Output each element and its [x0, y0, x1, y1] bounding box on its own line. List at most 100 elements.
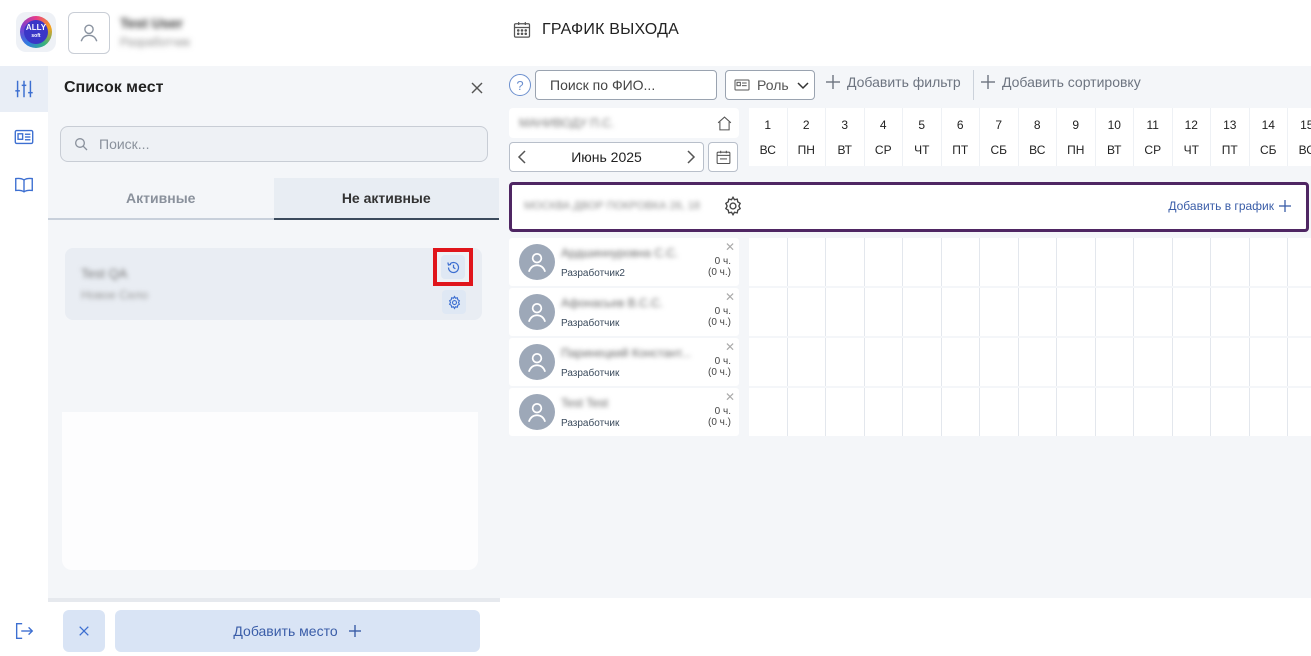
calendar-button[interactable]	[708, 142, 738, 172]
schedule-cell[interactable]	[1211, 388, 1250, 436]
home-icon[interactable]	[716, 115, 733, 132]
gear-icon[interactable]	[722, 195, 744, 217]
schedule-cell[interactable]	[787, 288, 826, 336]
schedule-cell[interactable]	[826, 388, 865, 436]
fio-search-input[interactable]	[535, 70, 717, 100]
schedule-cell[interactable]	[749, 288, 788, 336]
remove-employee-icon[interactable]: ✕	[725, 290, 735, 304]
schedule-cell[interactable]	[1172, 388, 1211, 436]
schedule-cell[interactable]	[1057, 388, 1096, 436]
schedule-cell[interactable]	[980, 388, 1019, 436]
employee-card[interactable]: Ардшиннуровна С.С. Разработчик2 ✕ 0 ч. (0 ч.…	[509, 238, 739, 286]
rail-item-cards[interactable]	[0, 114, 48, 160]
schedule-cell[interactable]	[1172, 338, 1211, 386]
schedule-cell[interactable]	[1211, 238, 1250, 286]
schedule-cell[interactable]	[1134, 338, 1173, 386]
schedule-cell[interactable]	[1018, 388, 1057, 436]
schedule-cell[interactable]	[1057, 238, 1096, 286]
app-logo[interactable]: ALLY soft	[16, 12, 56, 52]
schedule-cell[interactable]	[1134, 288, 1173, 336]
add-to-schedule-button[interactable]: Добавить в график	[1168, 199, 1292, 213]
schedule-cell[interactable]	[1134, 238, 1173, 286]
place-settings-button[interactable]	[442, 290, 466, 314]
place-card[interactable]: Test QA Новое Село	[65, 248, 482, 320]
employee-card[interactable]: Афонасьев В.С.С. Разработчик ✕ 0 ч. (0 ч.)	[509, 288, 739, 336]
chevron-left-icon[interactable]	[516, 150, 528, 164]
tab-active[interactable]: Активные	[48, 178, 274, 218]
schedule-cell[interactable]	[1095, 338, 1134, 386]
schedule-cell[interactable]	[787, 388, 826, 436]
schedule-cell[interactable]	[903, 388, 942, 436]
schedule-cell[interactable]	[826, 338, 865, 386]
schedule-cell[interactable]	[1095, 388, 1134, 436]
close-panel-button[interactable]	[63, 610, 105, 652]
schedule-cell[interactable]	[826, 288, 865, 336]
schedule-cell[interactable]	[864, 238, 903, 286]
employee-name: Test Test	[561, 396, 609, 410]
history-button[interactable]	[433, 248, 473, 286]
schedule-cell[interactable]	[1095, 288, 1134, 336]
schedule-cell[interactable]	[1018, 288, 1057, 336]
plus-icon	[348, 625, 361, 637]
schedule-cell[interactable]	[864, 388, 903, 436]
chevron-right-icon[interactable]	[685, 150, 697, 164]
remove-employee-icon[interactable]: ✕	[725, 240, 735, 254]
schedule-cell[interactable]	[1172, 238, 1211, 286]
role-filter-button[interactable]: Роль	[725, 70, 815, 100]
place-selector[interactable]: МАНИВОДУ П.С.	[509, 108, 739, 138]
schedule-cell[interactable]	[941, 238, 980, 286]
schedule-cell[interactable]	[1249, 288, 1288, 336]
add-place-button[interactable]: Добавить место	[115, 610, 480, 652]
employee-card[interactable]: Test Test Разработчик ✕ 0 ч. (0 ч.)	[509, 388, 739, 436]
schedule-cell[interactable]	[1018, 238, 1057, 286]
left-rail	[0, 66, 48, 656]
schedule-cell[interactable]	[903, 288, 942, 336]
tab-inactive[interactable]: Не активные	[273, 178, 499, 220]
remove-employee-icon[interactable]: ✕	[725, 390, 735, 404]
schedule-cell[interactable]	[903, 238, 942, 286]
schedule-cell[interactable]	[1211, 338, 1250, 386]
schedule-cell[interactable]	[787, 238, 826, 286]
schedule-cell[interactable]	[1018, 338, 1057, 386]
schedule-cell[interactable]	[1249, 338, 1288, 386]
rail-item-filters[interactable]	[0, 66, 48, 112]
schedule-cell[interactable]	[903, 338, 942, 386]
schedule-cell[interactable]	[980, 288, 1019, 336]
user-role: Разработчик	[120, 35, 190, 49]
schedule-cell[interactable]	[1095, 238, 1134, 286]
schedule-cell[interactable]	[826, 238, 865, 286]
schedule-cell[interactable]	[1288, 388, 1311, 436]
schedule-cell[interactable]	[749, 238, 788, 286]
schedule-cell[interactable]	[1172, 288, 1211, 336]
schedule-cell[interactable]	[980, 238, 1019, 286]
schedule-cell[interactable]	[1288, 288, 1311, 336]
schedule-cell[interactable]	[787, 338, 826, 386]
add-filter-button[interactable]: Добавить фильтр	[825, 74, 961, 90]
schedule-cell[interactable]	[941, 388, 980, 436]
search-input[interactable]	[99, 136, 479, 152]
schedule-cell[interactable]	[864, 338, 903, 386]
rail-item-logout[interactable]	[0, 608, 48, 654]
schedule-cell[interactable]	[749, 338, 788, 386]
schedule-cell[interactable]	[1288, 238, 1311, 286]
schedule-cell[interactable]	[749, 388, 788, 436]
schedule-cell[interactable]	[1249, 238, 1288, 286]
schedule-cell[interactable]	[941, 338, 980, 386]
schedule-cell[interactable]	[941, 288, 980, 336]
rail-item-docs[interactable]	[0, 162, 48, 208]
schedule-cell[interactable]	[1249, 388, 1288, 436]
schedule-cell[interactable]	[864, 288, 903, 336]
user-avatar[interactable]	[68, 12, 110, 54]
schedule-cell[interactable]	[1057, 288, 1096, 336]
remove-employee-icon[interactable]: ✕	[725, 340, 735, 354]
schedule-cell[interactable]	[1057, 338, 1096, 386]
employee-card[interactable]: Паринецкий Констант... Разработчик ✕ 0 ч. (0…	[509, 338, 739, 386]
schedule-cell[interactable]	[980, 338, 1019, 386]
day-number: 7	[995, 117, 1003, 132]
add-sort-button[interactable]: Добавить сортировку	[980, 74, 1141, 90]
schedule-cell[interactable]	[1288, 338, 1311, 386]
schedule-cell[interactable]	[1211, 288, 1250, 336]
close-icon[interactable]	[470, 81, 484, 95]
schedule-cell[interactable]	[1134, 388, 1173, 436]
help-icon[interactable]: ?	[509, 74, 531, 96]
